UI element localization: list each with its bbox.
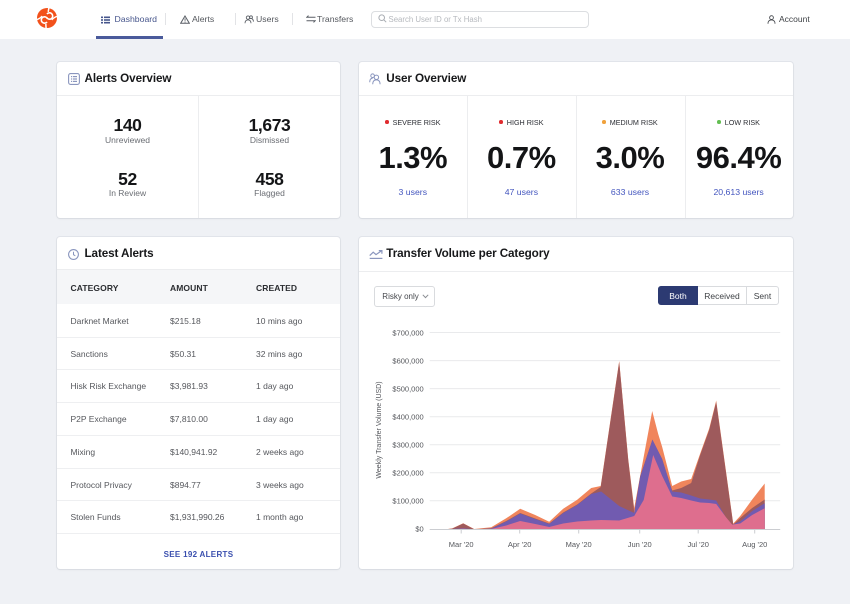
svg-text:$400,000: $400,000 bbox=[392, 413, 423, 422]
svg-text:Apr '20: Apr '20 bbox=[508, 540, 532, 549]
svg-text:Weekly Transfer Volume (USD): Weekly Transfer Volume (USD) bbox=[376, 381, 383, 478]
svg-text:$700,000: $700,000 bbox=[392, 328, 423, 337]
svg-text:Aug '20: Aug '20 bbox=[742, 540, 767, 549]
svg-text:$300,000: $300,000 bbox=[392, 441, 423, 450]
svg-text:May '20: May '20 bbox=[565, 540, 591, 549]
svg-text:$200,000: $200,000 bbox=[392, 469, 423, 478]
svg-text:$0: $0 bbox=[415, 525, 423, 534]
svg-text:$100,000: $100,000 bbox=[392, 497, 423, 506]
svg-text:$600,000: $600,000 bbox=[392, 356, 423, 365]
svg-text:Jul '20: Jul '20 bbox=[687, 540, 708, 549]
svg-text:Jun '20: Jun '20 bbox=[628, 540, 652, 549]
svg-text:$500,000: $500,000 bbox=[392, 384, 423, 393]
svg-text:Mar '20: Mar '20 bbox=[449, 540, 474, 549]
